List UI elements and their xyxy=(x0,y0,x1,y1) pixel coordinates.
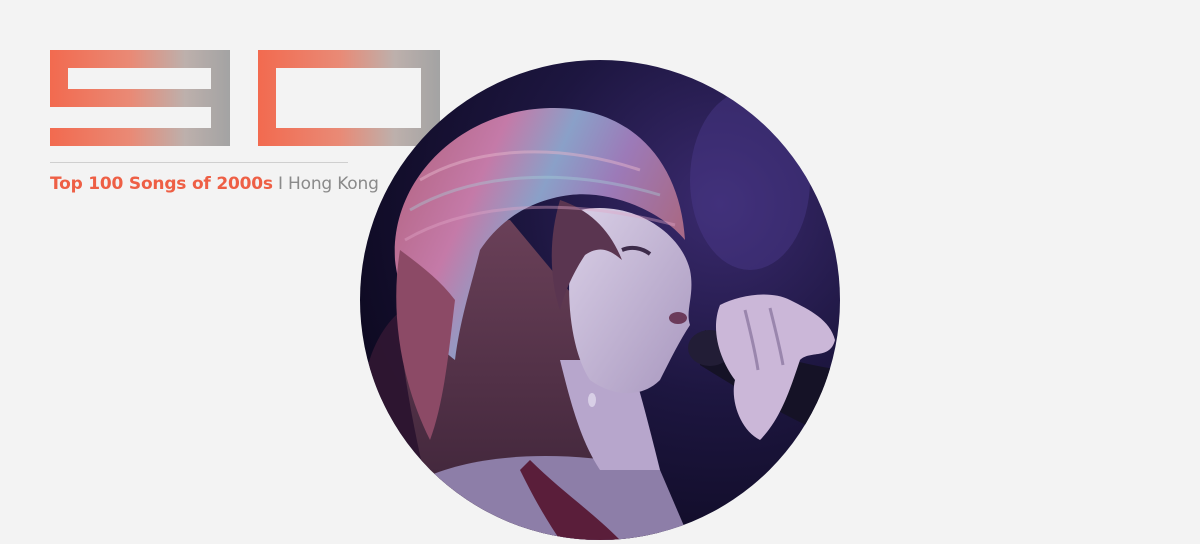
artist-photo xyxy=(360,60,840,540)
title-divider xyxy=(50,162,348,163)
artist-photo-graphic xyxy=(360,60,840,540)
list-title: Top 100 Songs of 2000s xyxy=(50,174,273,194)
chart-subtitle: Top 100 Songs of 2000s I Hong Kong xyxy=(50,172,379,196)
rank-digit-nine xyxy=(50,50,230,146)
subtitle-separator: I xyxy=(278,174,283,194)
